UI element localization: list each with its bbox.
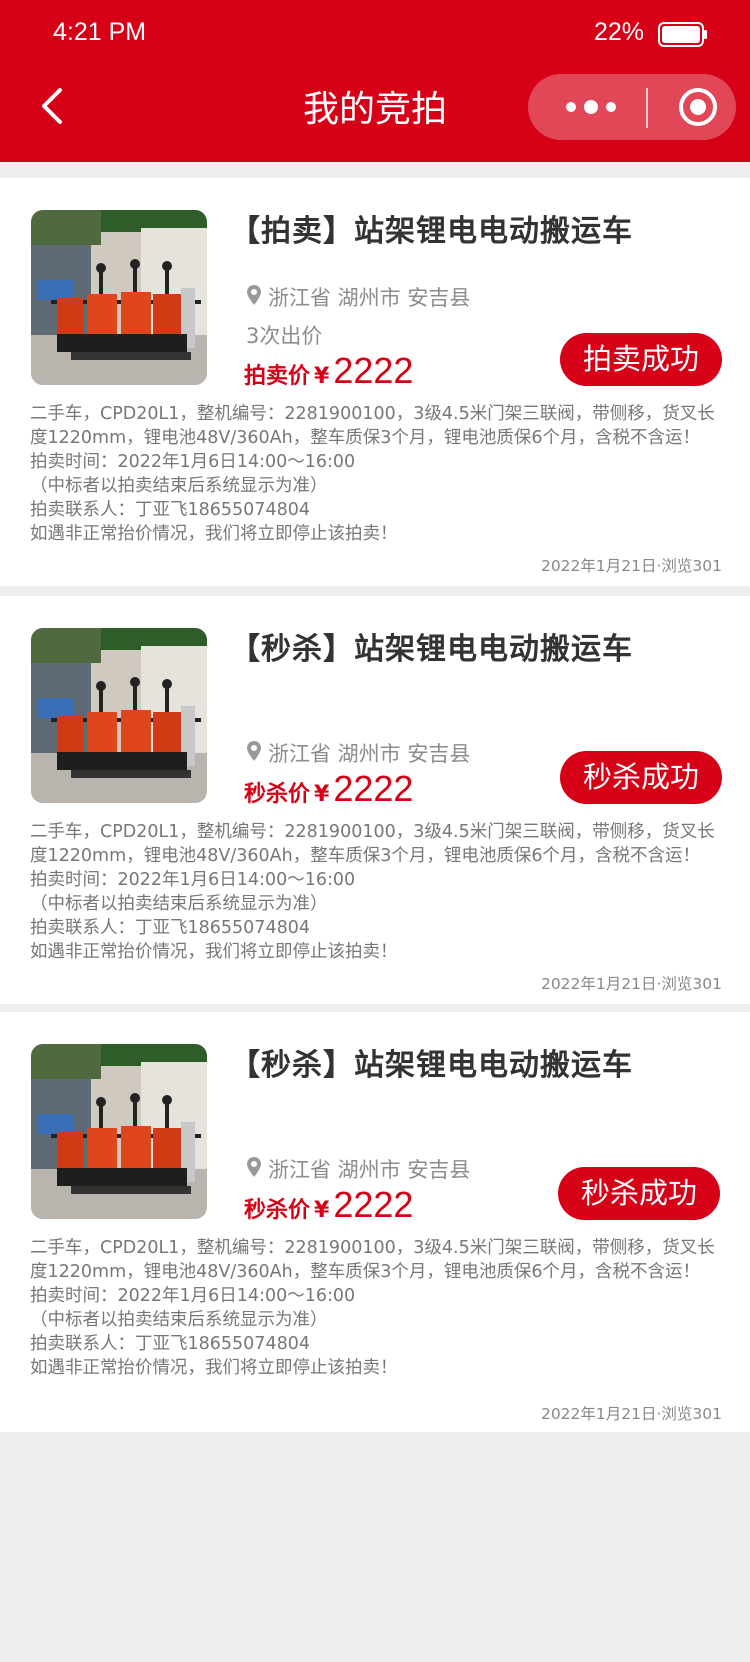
price-label: 秒杀价	[244, 1198, 311, 1223]
product-thumbnail[interactable]	[31, 1044, 207, 1219]
desc-line: 二手车，CPD20L1，整机编号：2281900100，3级4.5米门架三联阀，…	[30, 1238, 715, 1258]
location-text: 浙江省 湖州市 安吉县	[268, 742, 471, 766]
price-value: 2222	[333, 1184, 414, 1225]
price-row: 拍卖价 ¥2222	[244, 350, 413, 392]
location-pin-icon	[247, 741, 261, 761]
post-meta: 2022年1月21日·浏览301	[540, 557, 722, 575]
desc-line: 二手车，CPD20L1，整机编号：2281900100，3级4.5米门架三联阀，…	[30, 404, 715, 424]
description: 二手车，CPD20L1，整机编号：2281900100，3级4.5米门架三联阀，…	[30, 1236, 730, 1380]
auction-card[interactable]: 【拍卖】站架锂电电动搬运车 浙江省 湖州市 安吉县 3次出价 拍卖价 ¥2222 …	[0, 178, 750, 586]
desc-line: 如遇非正常抬价情况，我们将立即停止该拍卖！	[30, 1358, 398, 1378]
desc-line: 如遇非正常抬价情况，我们将立即停止该拍卖！	[30, 524, 398, 544]
price-value: 2222	[333, 350, 414, 391]
product-title[interactable]: 【秒杀】站架锂电电动搬运车	[230, 1040, 633, 1084]
location-text: 浙江省 湖州市 安吉县	[268, 286, 471, 310]
status-time: 4:21 PM	[53, 18, 147, 46]
battery-percent: 22%	[594, 18, 645, 46]
product-thumbnail[interactable]	[31, 628, 207, 803]
status-button[interactable]: 拍卖成功	[560, 333, 722, 386]
description: 二手车，CPD20L1，整机编号：2281900100，3级4.5米门架三联阀，…	[30, 820, 730, 964]
location-pin-icon	[247, 285, 261, 305]
desc-line: （中标者以拍卖结束后系统显示为准）	[30, 1310, 328, 1330]
post-meta: 2022年1月21日·浏览301	[540, 1405, 722, 1423]
desc-line: 度1220mm，锂电池48V/360Ah，整车质保3个月，锂电池质保6个月，含税…	[30, 846, 700, 866]
price-currency: ¥	[314, 1198, 330, 1223]
desc-line: （中标者以拍卖结束后系统显示为准）	[30, 476, 328, 496]
price-currency: ¥	[314, 782, 330, 807]
status-button[interactable]: 秒杀成功	[558, 1167, 720, 1220]
location-text: 浙江省 湖州市 安吉县	[268, 1158, 471, 1182]
auction-card[interactable]: 【秒杀】站架锂电电动搬运车 浙江省 湖州市 安吉县 秒杀价 ¥2222 秒杀成功 …	[0, 1012, 750, 1432]
desc-line: 拍卖联系人：丁亚飞18655074804	[30, 1334, 310, 1354]
mini-program-capsule	[528, 74, 736, 140]
price-label: 拍卖价	[244, 364, 311, 389]
target-icon[interactable]	[678, 87, 718, 127]
bid-count: 3次出价	[246, 324, 323, 348]
price-value: 2222	[333, 768, 414, 809]
product-title[interactable]: 【秒杀】站架锂电电动搬运车	[230, 624, 633, 668]
desc-line: 如遇非正常抬价情况，我们将立即停止该拍卖！	[30, 942, 398, 962]
price-row: 秒杀价 ¥2222	[244, 768, 413, 810]
desc-line: 度1220mm，锂电池48V/360Ah，整车质保3个月，锂电池质保6个月，含税…	[30, 1262, 700, 1282]
price-label: 秒杀价	[244, 782, 311, 807]
post-meta: 2022年1月21日·浏览301	[540, 975, 722, 993]
desc-line: （中标者以拍卖结束后系统显示为准）	[30, 894, 328, 914]
desc-line: 拍卖联系人：丁亚飞18655074804	[30, 500, 310, 520]
status-button[interactable]: 秒杀成功	[560, 751, 722, 804]
auction-card[interactable]: 【秒杀】站架锂电电动搬运车 浙江省 湖州市 安吉县 秒杀价 ¥2222 秒杀成功 …	[0, 596, 750, 1004]
desc-line: 拍卖时间：2022年1月6日14:00～16:00	[30, 1286, 356, 1306]
desc-line: 二手车，CPD20L1，整机编号：2281900100，3级4.5米门架三联阀，…	[30, 822, 715, 842]
desc-line: 度1220mm，锂电池48V/360Ah，整车质保3个月，锂电池质保6个月，含税…	[30, 428, 700, 448]
app-header: 4:21 PM 22% 我的竞拍	[0, 0, 750, 162]
desc-line: 拍卖时间：2022年1月6日14:00～16:00	[30, 452, 356, 472]
desc-line: 拍卖时间：2022年1月6日14:00～16:00	[30, 870, 356, 890]
product-title[interactable]: 【拍卖】站架锂电电动搬运车	[230, 206, 633, 250]
capsule-divider	[646, 88, 648, 128]
product-thumbnail[interactable]	[31, 210, 207, 385]
location-pin-icon	[247, 1157, 261, 1177]
price-currency: ¥	[314, 364, 330, 389]
more-dots-icon[interactable]	[562, 92, 620, 122]
desc-line: 拍卖联系人：丁亚飞18655074804	[30, 918, 310, 938]
description: 二手车，CPD20L1，整机编号：2281900100，3级4.5米门架三联阀，…	[30, 402, 730, 546]
price-row: 秒杀价 ¥2222	[244, 1184, 413, 1226]
battery-icon	[658, 22, 707, 47]
